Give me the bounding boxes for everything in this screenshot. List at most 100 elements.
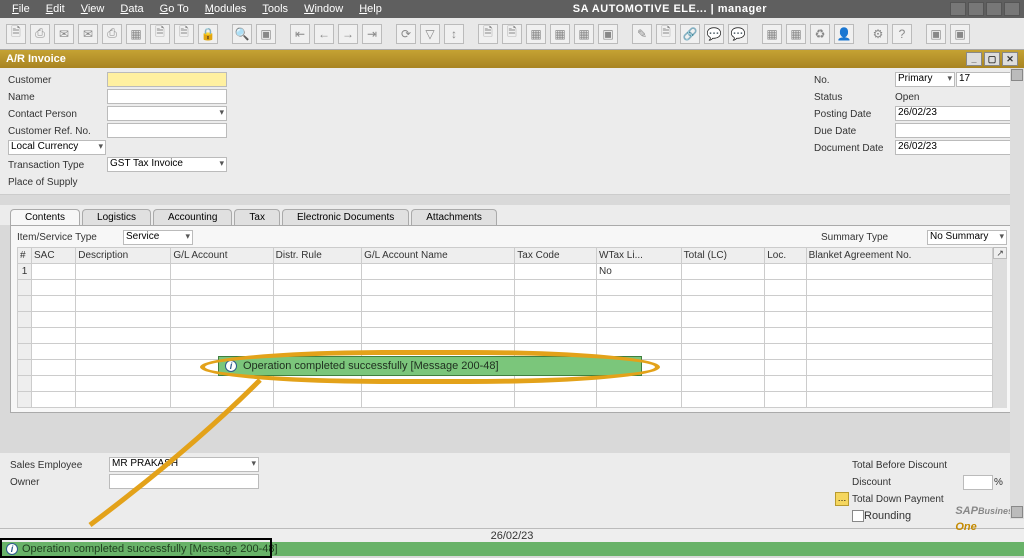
tool-add-icon[interactable]: ▣: [256, 24, 276, 44]
tool-volume-icon[interactable]: ▦: [574, 24, 594, 44]
col-loc[interactable]: Loc.: [765, 248, 806, 264]
menu-file[interactable]: File: [4, 3, 38, 15]
app-close-icon[interactable]: [1004, 2, 1020, 16]
tool-sort-icon[interactable]: ↕: [444, 24, 464, 44]
table-row[interactable]: 1 No: [18, 264, 993, 280]
tool-lock-icon[interactable]: 🔒: [198, 24, 218, 44]
tool-export-pdf-icon[interactable]: 🗎: [174, 24, 194, 44]
name-field[interactable]: [107, 89, 227, 104]
owner-field[interactable]: [109, 474, 259, 489]
itemservice-field[interactable]: Service: [123, 230, 193, 245]
tool-refresh-icon[interactable]: ⟳: [396, 24, 416, 44]
col-total[interactable]: Total (LC): [681, 248, 765, 264]
tool-prev-icon[interactable]: ←: [314, 24, 334, 44]
main-scrollbar[interactable]: [1010, 68, 1024, 519]
tool-target-doc-icon[interactable]: 🗎: [502, 24, 522, 44]
transtype-field[interactable]: GST Tax Invoice: [107, 157, 227, 172]
tool-settings-icon[interactable]: ⚙: [868, 24, 888, 44]
col-sac[interactable]: SAC: [32, 248, 76, 264]
tool-link-icon[interactable]: 🔗: [680, 24, 700, 44]
tool-help-icon[interactable]: ?: [892, 24, 912, 44]
tool-gross-profit-icon[interactable]: ▦: [526, 24, 546, 44]
tab-logistics[interactable]: Logistics: [82, 209, 151, 225]
docdate-field[interactable]: 26/02/23: [895, 140, 1016, 155]
col-dr[interactable]: Distr. Rule: [273, 248, 361, 264]
tool-fax-icon[interactable]: ⎙: [102, 24, 122, 44]
tool-last-icon[interactable]: ⇥: [362, 24, 382, 44]
col-wtax[interactable]: WTax Li...: [597, 248, 682, 264]
tool-message-icon[interactable]: 💬: [704, 24, 724, 44]
col-gln[interactable]: G/L Account Name: [362, 248, 515, 264]
tool-next-icon[interactable]: →: [338, 24, 358, 44]
tool-user-icon[interactable]: 👤: [834, 24, 854, 44]
discount-field[interactable]: [963, 475, 993, 490]
scroll-down-icon[interactable]: [1011, 506, 1023, 518]
tab-edocs[interactable]: Electronic Documents: [282, 209, 409, 225]
tool-export-excel-icon[interactable]: ▦: [126, 24, 146, 44]
summary-label: Summary Type: [821, 232, 921, 243]
menu-data[interactable]: Data: [112, 3, 151, 15]
tool-layout-icon[interactable]: ▣: [598, 24, 618, 44]
menu-window[interactable]: Window: [296, 3, 351, 15]
table-row: [18, 392, 993, 408]
rounding-checkbox[interactable]: [852, 510, 864, 522]
status-info-icon: i: [6, 543, 18, 555]
tool-payment-means-icon[interactable]: ▦: [550, 24, 570, 44]
due-field[interactable]: [895, 123, 1016, 138]
col-num[interactable]: #: [18, 248, 32, 264]
menu-modules[interactable]: Modules: [197, 3, 255, 15]
no-val-field[interactable]: 17: [956, 72, 1016, 87]
app-restore-icon[interactable]: [986, 2, 1002, 16]
scroll-up-icon[interactable]: [1011, 69, 1023, 81]
tool-print-icon[interactable]: ⎙: [30, 24, 50, 44]
menu-help[interactable]: Help: [351, 3, 390, 15]
menu-goto[interactable]: Go To: [152, 3, 197, 15]
grid-scrollbar[interactable]: ↗: [993, 247, 1007, 408]
no-type-field[interactable]: Primary: [895, 72, 955, 87]
custref-field[interactable]: [107, 123, 227, 138]
tdp-arrow-icon[interactable]: …: [835, 492, 849, 506]
tool-workflow-icon[interactable]: ♻: [810, 24, 830, 44]
menu-tools[interactable]: Tools: [254, 3, 296, 15]
tool-filter-icon[interactable]: ▽: [420, 24, 440, 44]
col-desc[interactable]: Description: [76, 248, 171, 264]
salesemp-field[interactable]: MR PRAKASH: [109, 457, 259, 472]
currency-field[interactable]: Local Currency: [8, 140, 106, 155]
tab-contents[interactable]: Contents: [10, 209, 80, 225]
col-tax[interactable]: Tax Code: [515, 248, 597, 264]
app-minimize-icon[interactable]: [968, 2, 984, 16]
tool-calendar-icon[interactable]: ▦: [762, 24, 782, 44]
col-blanket[interactable]: Blanket Agreement No.: [806, 248, 993, 264]
tool-sms-icon[interactable]: ✉: [78, 24, 98, 44]
window-restore-icon[interactable]: ▢: [984, 52, 1000, 66]
tool-email-icon[interactable]: ✉: [54, 24, 74, 44]
tool-base-doc-icon[interactable]: 🗎: [478, 24, 498, 44]
tool-export-word-icon[interactable]: 🗎: [150, 24, 170, 44]
tab-attachments[interactable]: Attachments: [411, 209, 497, 225]
summary-field[interactable]: No Summary: [927, 230, 1007, 245]
menu-edit[interactable]: Edit: [38, 3, 73, 15]
tab-tax[interactable]: Tax: [234, 209, 280, 225]
tab-accounting[interactable]: Accounting: [153, 209, 232, 225]
window-close-icon[interactable]: ✕: [1002, 52, 1018, 66]
tool-preview-icon[interactable]: 🗎: [6, 24, 26, 44]
tab-content: Item/Service Type Service Summary Type N…: [10, 225, 1014, 413]
tool-addon1-icon[interactable]: ▣: [926, 24, 946, 44]
posting-label: Posting Date: [814, 106, 894, 122]
grid-scroll-link-icon[interactable]: ↗: [993, 247, 1007, 259]
posting-field[interactable]: 26/02/23: [895, 106, 1016, 121]
tool-addon2-icon[interactable]: ▣: [950, 24, 970, 44]
tool-find-icon[interactable]: 🔍: [232, 24, 252, 44]
menu-view[interactable]: View: [73, 3, 113, 15]
col-gl[interactable]: G/L Account: [171, 248, 273, 264]
tool-alert-icon[interactable]: 💬: [728, 24, 748, 44]
customer-field[interactable]: [107, 72, 227, 87]
window-minimize-icon[interactable]: _: [966, 52, 982, 66]
tool-trans-icon[interactable]: 🗎: [656, 24, 676, 44]
contact-field[interactable]: [107, 106, 227, 121]
tool-journal-icon[interactable]: ✎: [632, 24, 652, 44]
tool-branches-icon[interactable]: ▦: [786, 24, 806, 44]
tool-first-icon[interactable]: ⇤: [290, 24, 310, 44]
menubar-icon-1[interactable]: [950, 2, 966, 16]
table-row: [18, 312, 993, 328]
